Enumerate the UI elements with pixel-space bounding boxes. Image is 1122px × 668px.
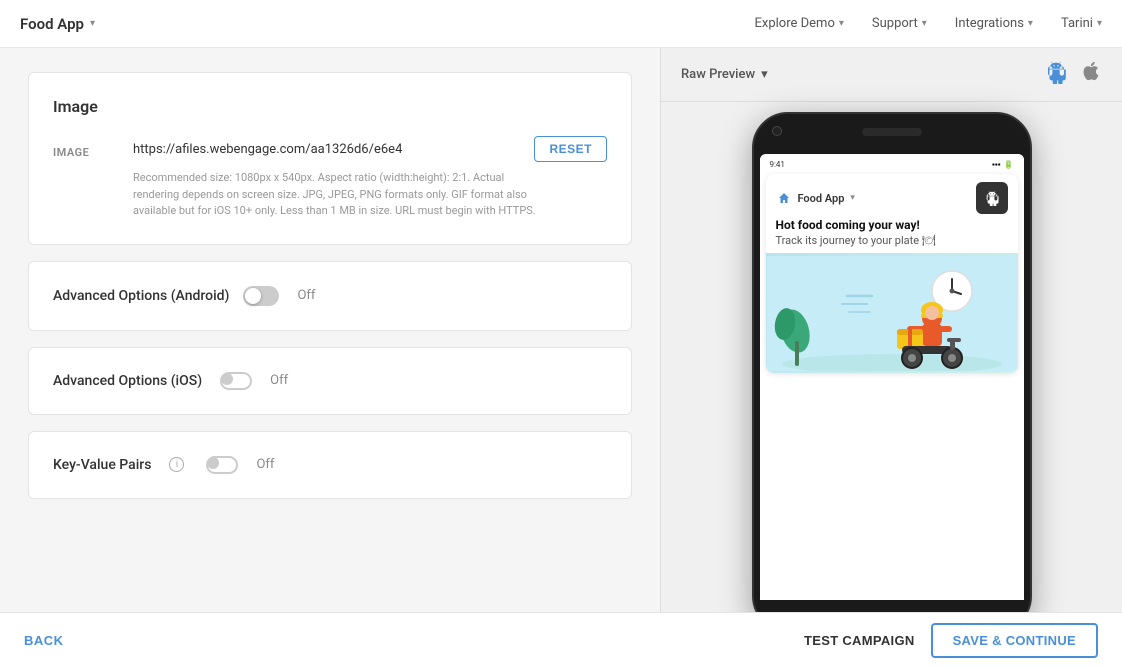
image-card-title: Image: [53, 97, 607, 116]
image-label: IMAGE: [53, 136, 113, 159]
android-toggle-thumb: [245, 288, 261, 304]
notif-title: Hot food coming your way!: [766, 218, 1018, 234]
phone-status-bar: 9:41 ▪▪▪ 🔋: [760, 154, 1024, 174]
phone-camera: [772, 126, 782, 136]
android-platform-icon[interactable]: [1044, 60, 1068, 89]
image-input-area: https://afiles.webengage.com/aa1326d6/e6…: [133, 136, 607, 220]
notif-header: Food App ▾: [766, 174, 1018, 218]
notif-subtitle: Track its journey to your plate 🍽: [766, 234, 1018, 253]
back-button[interactable]: BACK: [24, 633, 64, 648]
right-panel: Raw Preview ▾ 9:41: [660, 48, 1122, 612]
action-buttons: TEST CAMPAIGN SAVE & CONTINUE: [804, 623, 1098, 658]
info-icon[interactable]: i: [169, 457, 184, 472]
phone-mockup: 9:41 ▪▪▪ 🔋 Food App: [752, 112, 1032, 612]
phone-container: 9:41 ▪▪▪ 🔋 Food App: [661, 102, 1122, 612]
image-card: Image IMAGE https://afiles.webengage.com…: [28, 72, 632, 245]
notification-card: Food App ▾ Hot food coming your way! Tra…: [766, 174, 1018, 373]
main-layout: Image IMAGE https://afiles.webengage.com…: [0, 48, 1122, 612]
raw-preview-chevron: ▾: [761, 67, 768, 82]
kv-toggle-status: Off: [256, 457, 274, 472]
ios-toggle-switch[interactable]: [220, 372, 252, 390]
ios-toggle-row: Advanced Options (iOS) Off: [53, 372, 607, 390]
notif-dropdown-chevron: ▾: [850, 193, 855, 203]
nav-integrations[interactable]: Integrations ▾: [955, 16, 1033, 31]
image-hint: Recommended size: 1080px x 540px. Aspect…: [133, 170, 553, 220]
nav-explore-demo[interactable]: Explore Demo ▾: [755, 16, 844, 31]
app-brand: Food App: [20, 15, 84, 33]
android-toggle-switch[interactable]: [243, 286, 279, 306]
integrations-chevron: ▾: [1028, 18, 1033, 29]
save-continue-button[interactable]: SAVE & CONTINUE: [931, 623, 1098, 658]
ios-platform-icon[interactable]: [1080, 60, 1102, 89]
left-panel: Image IMAGE https://afiles.webengage.com…: [0, 48, 660, 612]
kv-label: Key-Value Pairs: [53, 457, 151, 473]
test-campaign-button[interactable]: TEST CAMPAIGN: [804, 623, 915, 658]
notif-app-info: Food App ▾: [776, 190, 855, 206]
raw-preview-button[interactable]: Raw Preview ▾: [681, 67, 768, 82]
kv-toggle-switch[interactable]: [206, 456, 238, 474]
support-chevron: ▾: [922, 18, 927, 29]
ios-toggle-thumb: [221, 373, 233, 385]
explore-chevron: ▾: [839, 18, 844, 29]
android-options-card: Advanced Options (Android) Off: [28, 261, 632, 331]
top-nav: Food App ▾ Explore Demo ▾ Support ▾ Inte…: [0, 0, 1122, 48]
notif-android-icon: [976, 182, 1008, 214]
ios-options-card: Advanced Options (iOS) Off: [28, 347, 632, 415]
reset-button[interactable]: RESET: [534, 136, 607, 162]
kv-toggle-row: Key-Value Pairs i Off: [53, 456, 607, 474]
android-toggle-row: Advanced Options (Android) Off: [53, 286, 607, 306]
nav-support[interactable]: Support ▾: [872, 16, 927, 31]
brand-chevron: ▾: [90, 18, 95, 29]
nav-right: Explore Demo ▾ Support ▾ Integrations ▾ …: [755, 16, 1103, 31]
ios-toggle-status: Off: [270, 373, 288, 388]
image-row: IMAGE https://afiles.webengage.com/aa132…: [53, 136, 607, 220]
raw-preview-label: Raw Preview: [681, 67, 755, 82]
notif-app-name: Food App: [798, 192, 845, 205]
android-options-label: Advanced Options (Android): [53, 288, 229, 304]
platform-icons: [1044, 60, 1102, 89]
preview-header: Raw Preview ▾: [661, 48, 1122, 102]
phone-speaker: [862, 128, 922, 136]
nav-user[interactable]: Tarini ▾: [1061, 16, 1102, 31]
user-chevron: ▾: [1097, 18, 1102, 29]
notif-app-icon: [776, 190, 792, 206]
image-url-text: https://afiles.webengage.com/aa1326d6/e6…: [133, 142, 522, 157]
phone-screen: 9:41 ▪▪▪ 🔋 Food App: [760, 154, 1024, 612]
notif-image: [766, 253, 1018, 373]
key-value-card: Key-Value Pairs i Off: [28, 431, 632, 499]
brand-area[interactable]: Food App ▾: [20, 15, 95, 33]
android-toggle-status: Off: [297, 288, 315, 303]
bottom-bar: BACK TEST CAMPAIGN SAVE & CONTINUE: [0, 612, 1122, 668]
image-url-row: https://afiles.webengage.com/aa1326d6/e6…: [133, 136, 607, 162]
phone-bottom-bar: [754, 600, 1030, 612]
kv-toggle-thumb: [207, 457, 219, 469]
ios-options-label: Advanced Options (iOS): [53, 373, 202, 389]
